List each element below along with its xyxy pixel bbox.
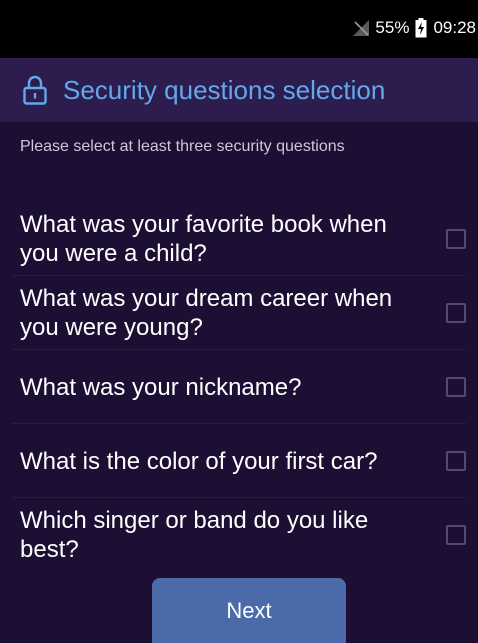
next-button[interactable]: Next (152, 578, 346, 643)
question-checkbox[interactable] (446, 229, 466, 249)
question-row[interactable]: What was your nickname? (0, 350, 478, 424)
battery-percent: 55% (375, 18, 410, 37)
page-title: Security questions selection (63, 74, 386, 105)
question-text: What was your dream career when you were… (20, 285, 393, 341)
question-row[interactable]: What was your favorite book when you wer… (0, 202, 478, 276)
question-row[interactable]: What is the color of your first car? (0, 424, 478, 498)
question-text: What was your nickname? (20, 373, 302, 401)
question-checkbox[interactable] (446, 525, 466, 545)
question-checkbox[interactable] (446, 451, 466, 471)
lock-icon (21, 74, 49, 106)
status-right: 55% 09:28 (353, 16, 476, 40)
header: Security questions selection (0, 58, 478, 122)
status-time: 09:28 (433, 18, 476, 37)
question-text: What was your favorite book when you wer… (20, 211, 387, 267)
question-row[interactable]: Which singer or band do you like best? (0, 498, 478, 572)
status-bar: 55% 09:28 (0, 0, 478, 58)
question-checkbox[interactable] (446, 303, 466, 323)
question-text: What is the color of your first car? (20, 447, 378, 475)
question-text: Which singer or band do you like best? (20, 507, 369, 563)
bottom-bar: Next (0, 572, 478, 643)
instruction-text: Please select at least three security qu… (20, 138, 345, 155)
content: Please select at least three security qu… (0, 122, 478, 572)
battery-charging-icon (415, 18, 427, 38)
question-list: What was your favorite book when you wer… (0, 202, 478, 572)
no-signal-icon (353, 20, 370, 36)
question-row[interactable]: What was your dream career when you were… (0, 276, 478, 350)
question-checkbox[interactable] (446, 377, 466, 397)
